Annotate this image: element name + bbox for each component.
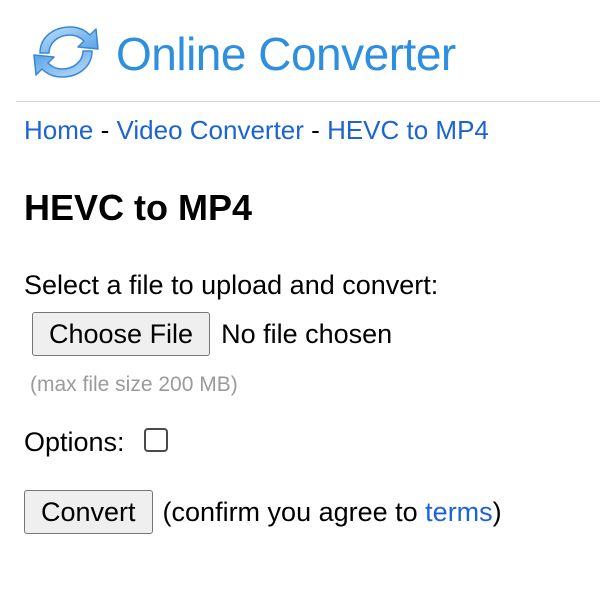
site-title[interactable]: Online Converter: [116, 31, 456, 77]
options-checkbox[interactable]: [143, 428, 168, 452]
confirm-suffix: ): [492, 497, 502, 527]
breadcrumb-separator: -: [100, 115, 110, 145]
breadcrumb-separator: -: [311, 115, 320, 145]
site-header: Online Converter: [30, 14, 456, 90]
breadcrumb-hevc-to-mp4-link[interactable]: HEVC to MP4: [327, 115, 489, 145]
confirm-prefix: (confirm you agree to: [162, 497, 426, 527]
max-file-size-note: (max file size 200 MB): [30, 373, 238, 396]
choose-file-button[interactable]: Choose File: [32, 312, 211, 356]
convert-row: Convert (confirm you agree to terms): [24, 489, 502, 535]
page-title: HEVC to MP4: [24, 187, 253, 228]
breadcrumb-video-converter-link[interactable]: Video Converter: [117, 115, 304, 145]
options-row: Options:: [24, 424, 168, 460]
breadcrumb-home-link[interactable]: Home: [24, 115, 93, 145]
breadcrumb: Home - Video Converter - HEVC to MP4: [24, 114, 489, 146]
page: Online Converter Home - Video Converter …: [0, 0, 600, 600]
options-label: Options:: [24, 427, 125, 457]
file-input[interactable]: Choose File No file chosen: [32, 311, 392, 357]
file-status-text: No file chosen: [221, 319, 393, 349]
confirm-terms-text: (confirm you agree to terms): [163, 495, 502, 529]
refresh-arrows-icon: [33, 26, 99, 78]
convert-button[interactable]: Convert: [24, 490, 153, 534]
header-divider: [16, 101, 600, 102]
terms-link[interactable]: terms: [425, 497, 493, 527]
upload-label: Select a file to upload and convert:: [24, 270, 439, 300]
